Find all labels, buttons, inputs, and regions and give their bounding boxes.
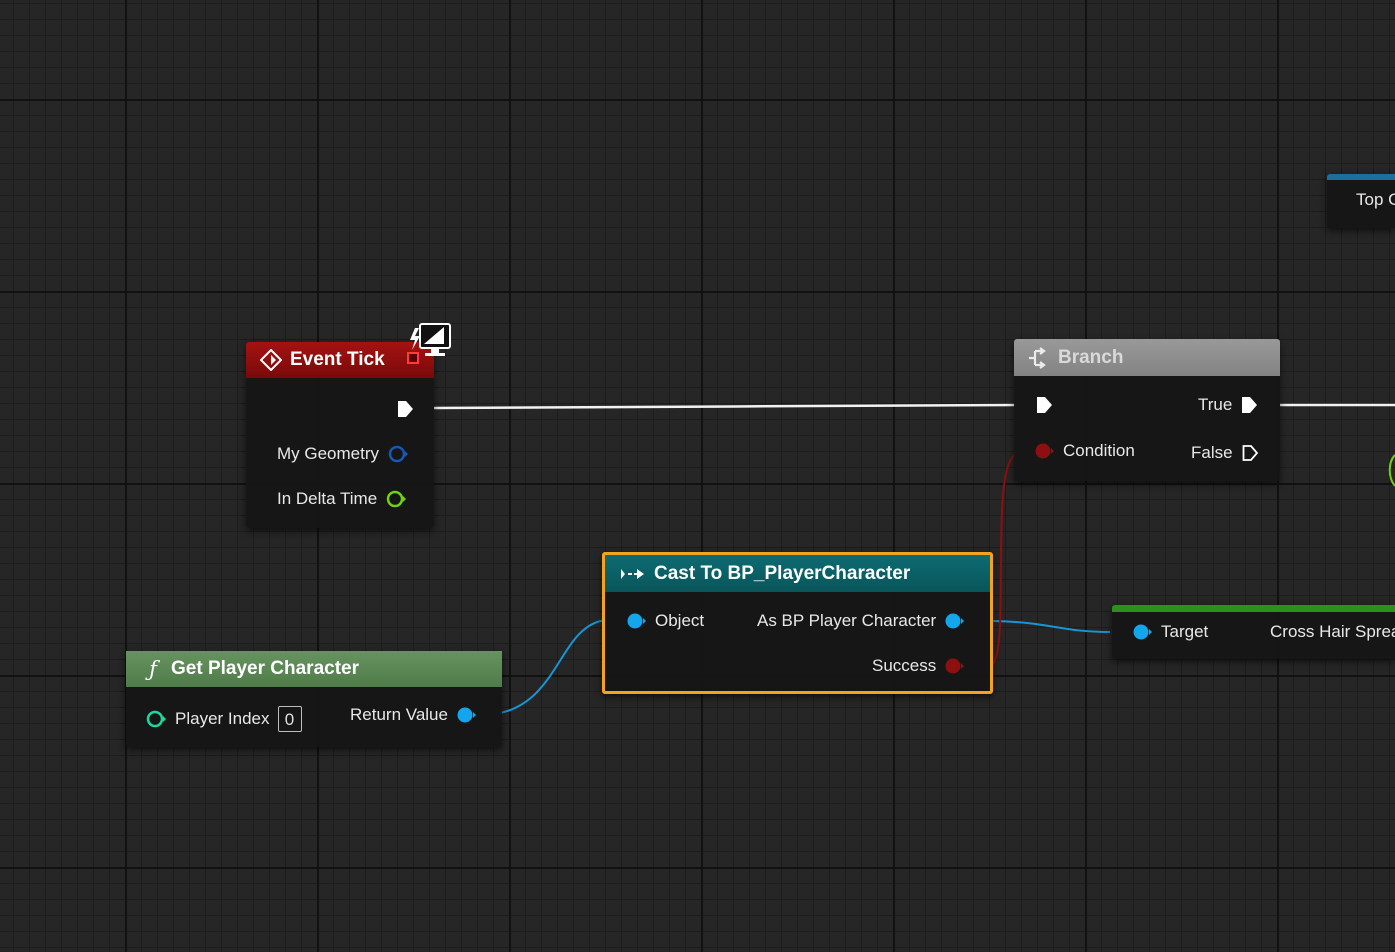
branch-title: Branch [1058, 346, 1124, 368]
event-tick-node[interactable]: Event Tick My Geometry In Delta Time [246, 342, 434, 528]
player-index-label: Player Index [175, 709, 270, 728]
int-pin-icon[interactable] [146, 710, 166, 728]
false-pin-row: False [1191, 443, 1259, 463]
target-label: Target [1161, 622, 1209, 641]
exec-false-pin-icon[interactable] [1241, 444, 1259, 462]
success-bool-pin-icon[interactable] [944, 657, 965, 675]
cast-title: Cast To BP_PlayerCharacter [654, 562, 911, 584]
event-diamond-icon [260, 349, 282, 371]
object-wire-cast-to-target [992, 620, 1111, 633]
set-crosshair-header-strip [1112, 605, 1395, 612]
object-out-pin-icon[interactable] [944, 612, 965, 630]
top-node[interactable]: Top G [1327, 174, 1395, 228]
branch-header[interactable]: Branch [1014, 339, 1280, 376]
cast-to-node[interactable]: Cast To BP_PlayerCharacter Object As BP … [602, 552, 993, 694]
float-pin-icon[interactable] [386, 490, 407, 508]
my-geometry-pin-row: My Geometry [277, 444, 409, 464]
condition-label: Condition [1063, 441, 1135, 460]
float-wire-partial [1388, 454, 1395, 487]
cross-hair-pin-row: Cross Hair Sprea [1270, 622, 1395, 642]
object-label: Object [655, 611, 705, 630]
my-geometry-label: My Geometry [277, 444, 380, 463]
exec-wire-tick-to-branch [433, 403, 1016, 410]
return-value-pin-row: Return Value [350, 705, 476, 725]
top-node-label: Top G [1356, 190, 1395, 209]
false-label: False [1191, 443, 1233, 462]
exec-true-pin-icon[interactable] [1240, 396, 1258, 414]
exec-in-pin-icon[interactable] [1035, 396, 1053, 419]
object-pin-row: Object [626, 611, 704, 631]
player-index-input[interactable]: 0 [277, 706, 302, 732]
as-character-label: As BP Player Character [757, 611, 937, 630]
as-character-pin-row: As BP Player Character [757, 611, 965, 631]
struct-pin-icon[interactable] [388, 445, 409, 463]
cross-hair-label: Cross Hair Sprea [1270, 622, 1395, 641]
function-icon: ƒ [149, 657, 157, 681]
return-object-pin-icon[interactable] [456, 706, 476, 724]
branch-split-icon [1028, 346, 1050, 369]
condition-pin-row: Condition [1034, 441, 1135, 461]
success-label: Success [872, 656, 937, 675]
in-delta-time-pin-row: In Delta Time [277, 489, 407, 509]
cast-header[interactable]: Cast To BP_PlayerCharacter [605, 555, 990, 592]
target-object-pin-icon[interactable] [1132, 623, 1152, 641]
success-pin-row: Success [872, 656, 965, 676]
top-node-header-strip [1327, 174, 1395, 180]
true-label: True [1198, 395, 1233, 414]
get-player-character-title: Get Player Character [171, 658, 359, 679]
object-in-pin-icon[interactable] [626, 612, 646, 630]
in-delta-time-label: In Delta Time [277, 489, 378, 508]
set-crosshair-node[interactable]: Target Cross Hair Sprea [1112, 605, 1395, 659]
true-pin-row: True [1198, 395, 1258, 415]
cast-arrow-icon [620, 563, 646, 585]
event-tick-title: Event Tick [290, 349, 385, 370]
object-wire-return-to-cast [499, 619, 607, 714]
get-player-character-header[interactable]: ƒ Get Player Character [126, 651, 502, 687]
bool-pin-icon[interactable] [1034, 442, 1054, 460]
bool-wire-success-to-condition [992, 454, 1016, 665]
event-tick-header[interactable]: Event Tick [246, 342, 434, 378]
return-value-label: Return Value [350, 705, 448, 724]
target-pin-row: Target [1132, 622, 1208, 642]
player-index-pin-row: Player Index 0 [146, 706, 302, 732]
exec-out-pin-icon[interactable] [396, 400, 414, 423]
client-server-monitor-icon [409, 322, 453, 360]
get-player-character-node[interactable]: ƒ Get Player Character Player Index 0 Re… [126, 651, 502, 747]
branch-node[interactable]: Branch True Condition False [1014, 339, 1280, 481]
top-node-row: Top G [1356, 190, 1395, 210]
